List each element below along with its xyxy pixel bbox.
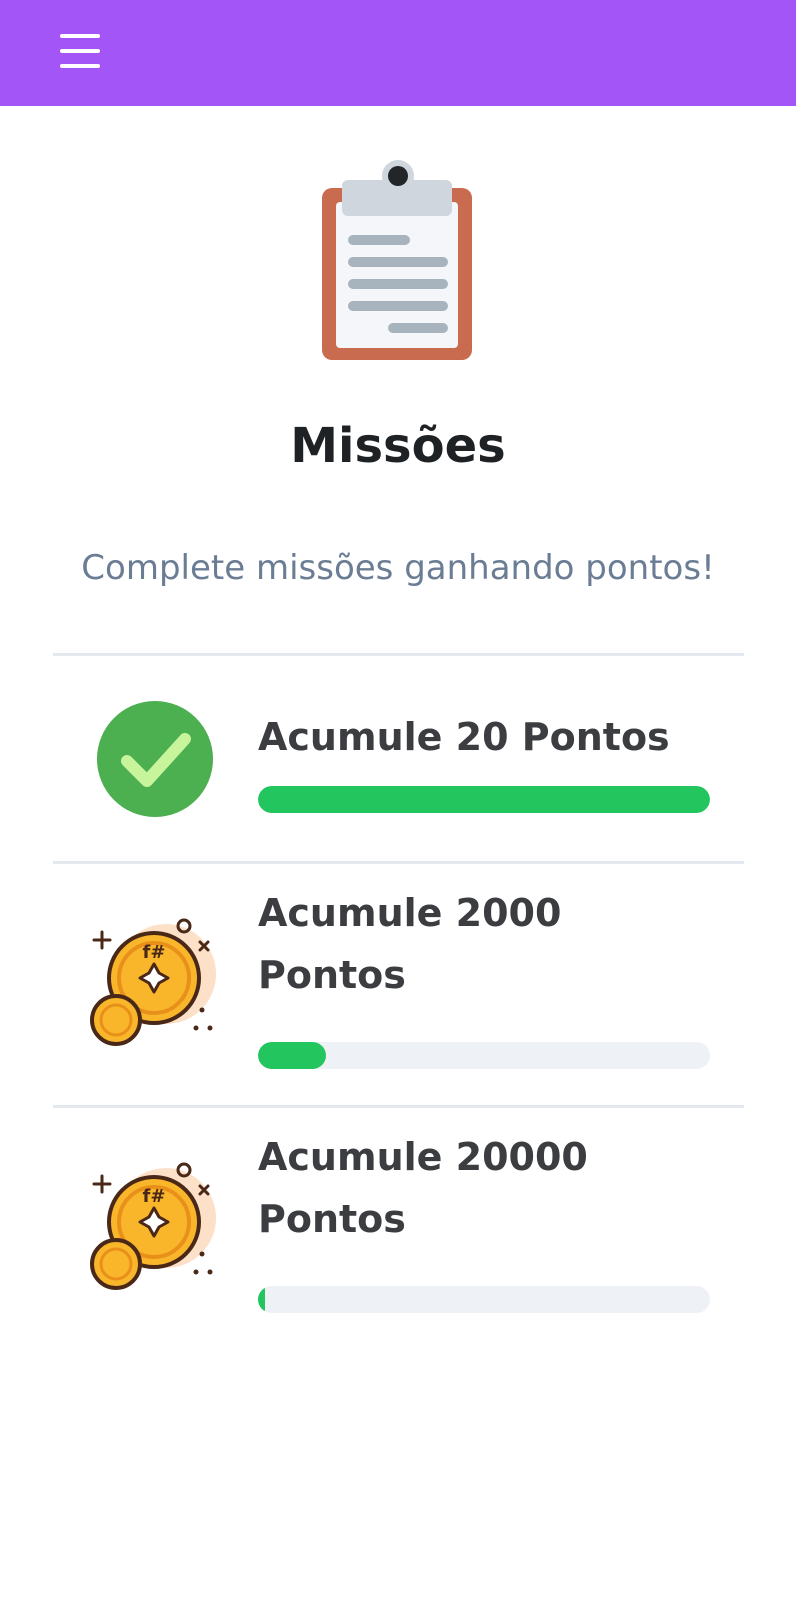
mission-progress-bar	[258, 786, 710, 813]
mission-item[interactable]: f# Acumule 20000 Pontos	[53, 1108, 744, 1348]
mission-title: Acumule 2000 Pontos	[258, 891, 562, 997]
menu-line	[60, 49, 100, 53]
mission-progress-fill	[258, 1042, 326, 1069]
svg-text:f#: f#	[143, 1186, 166, 1207]
mission-progress-fill	[258, 786, 710, 813]
mission-title: Acumule 20 Pontos	[258, 715, 670, 759]
clipboard-icon	[322, 160, 472, 360]
mission-title: Acumule 20000 Pontos	[258, 1135, 588, 1241]
menu-line	[60, 64, 100, 68]
coins-icon: f#	[90, 918, 216, 1046]
coins-icon: f#	[90, 1162, 216, 1290]
mission-item[interactable]: Acumule 20 Pontos	[53, 656, 744, 861]
page-title: Missões	[290, 418, 506, 474]
mission-progress-bar	[258, 1042, 710, 1069]
hamburger-menu-icon[interactable]	[58, 32, 102, 70]
mission-progress-bar	[258, 1286, 710, 1313]
page-subtitle: Complete missões ganhando pontos!	[81, 548, 715, 588]
mission-item[interactable]: f# Acumule 2000 Pontos	[53, 864, 744, 1105]
svg-text:f#: f#	[143, 942, 166, 963]
top-app-bar	[0, 0, 796, 106]
check-circle-icon	[97, 701, 213, 817]
menu-line	[60, 34, 100, 38]
mission-progress-fill	[258, 1286, 265, 1313]
